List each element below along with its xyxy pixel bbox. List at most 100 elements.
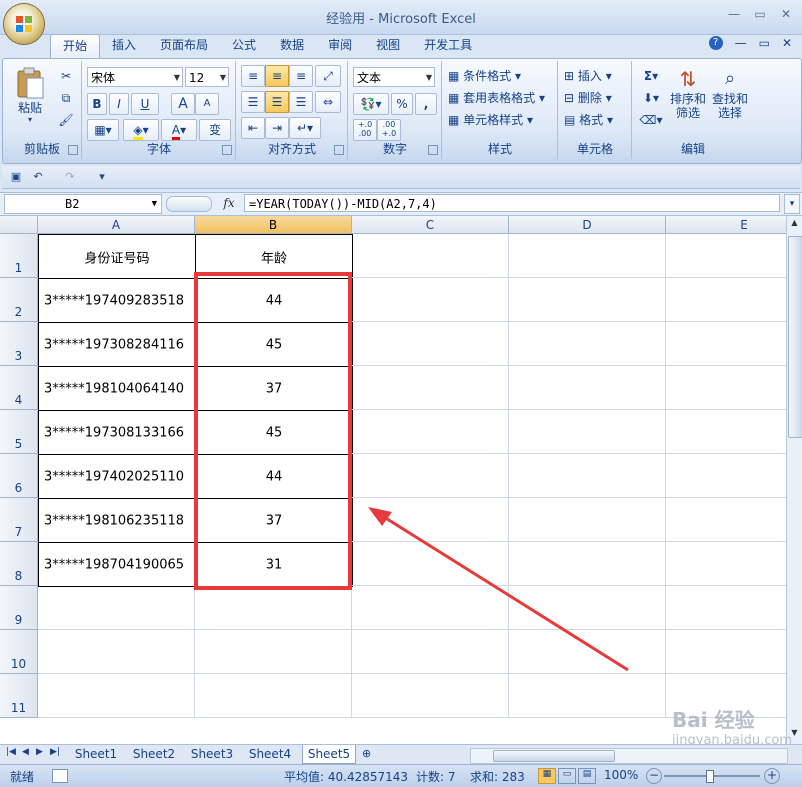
increase-indent-button[interactable]: ⇥ <box>265 117 289 139</box>
zoom-level[interactable]: 100% <box>604 768 638 782</box>
align-top-button[interactable]: ≡ <box>241 65 265 87</box>
comma-button[interactable]: , <box>415 93 437 115</box>
align-bottom-button[interactable]: ≡ <box>289 65 313 87</box>
sheet-tab-1[interactable]: Sheet1 <box>70 745 122 763</box>
redo-icon[interactable]: ↷ <box>62 169 78 185</box>
cell-styles-label: 单元格样式 <box>463 113 524 127</box>
merge-center-button[interactable]: ⇔ <box>315 91 341 113</box>
sheet-tab-4[interactable]: Sheet4 <box>244 745 296 763</box>
normal-view-button[interactable]: ▦ <box>538 768 556 784</box>
border-button[interactable]: ▦▾ <box>87 119 119 141</box>
format-cells-button[interactable]: ▤ 格式 ▾ <box>563 109 629 131</box>
find-select-button[interactable]: ⌕ 查找和 选择 <box>709 65 751 137</box>
tab-formulas[interactable]: 公式 <box>220 34 268 58</box>
name-box[interactable]: B2 ▼ <box>4 194 162 214</box>
align-center-button[interactable]: ☰ <box>265 91 289 113</box>
sort-filter-button[interactable]: ⇅ 排序和 筛选 <box>667 65 709 137</box>
font-color-button[interactable]: A▾ <box>161 119 197 141</box>
decrease-indent-button[interactable]: ⇤ <box>241 117 265 139</box>
macro-record-icon[interactable] <box>52 769 68 783</box>
maximize-button[interactable]: ▭ <box>752 6 768 22</box>
copy-button[interactable]: ⧉ <box>55 87 77 109</box>
percent-button[interactable]: % <box>391 93 413 115</box>
close-button[interactable]: ✕ <box>778 6 794 22</box>
cut-button[interactable]: ✂ <box>55 65 77 87</box>
tab-data[interactable]: 数据 <box>268 34 316 58</box>
sheet-tab-5[interactable]: Sheet5 <box>302 745 356 764</box>
delete-cells-button[interactable]: ⊟ 删除 ▾ <box>563 87 629 109</box>
align-left-button[interactable]: ☰ <box>241 91 265 113</box>
number-launcher-icon[interactable] <box>428 145 438 155</box>
shrink-font-button[interactable]: A <box>195 93 219 115</box>
formula-bar-splitter[interactable] <box>166 196 212 212</box>
orientation-button[interactable]: ⤢ <box>315 65 341 87</box>
sheet-nav-first-icon[interactable]: |◀ <box>6 747 16 757</box>
scroll-thumb[interactable] <box>788 236 802 438</box>
clipboard-launcher-icon[interactable] <box>68 145 78 155</box>
name-box-dropdown-icon[interactable]: ▼ <box>152 195 157 213</box>
page-break-view-button[interactable]: ▤ <box>578 768 596 784</box>
minimize-button[interactable]: — <box>726 6 742 22</box>
font-launcher-icon[interactable] <box>222 145 232 155</box>
help-icon[interactable]: ? <box>708 36 723 50</box>
sheet-nav-next-icon[interactable]: ▶ <box>36 747 43 757</box>
italic-button[interactable]: I <box>109 93 129 115</box>
format-painter-button[interactable]: 🖌 <box>55 109 77 131</box>
vertical-scrollbar[interactable]: ▲ ▼ <box>786 216 802 744</box>
number-format-select[interactable]: 文本 ▼ <box>353 67 435 87</box>
tab-review[interactable]: 审阅 <box>316 34 364 58</box>
align-middle-button[interactable]: ≡ <box>265 65 289 87</box>
cell-styles-button[interactable]: ▦ 单元格样式 ▾ <box>447 109 555 131</box>
alignment-label: 对齐方式 <box>267 142 316 156</box>
insert-cells-button[interactable]: ⊞ 插入 ▾ <box>563 65 629 87</box>
worksheet-grid[interactable]: A B C D E 1 身份证号码 年龄 2 3*****197409283518 44 3… <box>0 216 786 744</box>
decrease-decimal-button[interactable]: .00 +.0 <box>377 119 401 141</box>
sheet-tab-3[interactable]: Sheet3 <box>186 745 238 763</box>
wrap-text-button[interactable]: ↵▾ <box>289 117 321 139</box>
horizontal-scroll-thumb[interactable] <box>493 750 615 762</box>
tab-view[interactable]: 视图 <box>364 34 412 58</box>
office-button[interactable] <box>4 4 44 44</box>
zoom-slider-thumb[interactable] <box>706 770 714 783</box>
customize-qat-icon[interactable]: ▾ <box>94 169 110 185</box>
page-layout-view-button[interactable]: ▭ <box>558 768 576 784</box>
tab-developer[interactable]: 开发工具 <box>412 34 484 58</box>
paste-dropdown-icon[interactable]: ▾ <box>8 116 52 124</box>
fill-button[interactable]: ⬇▾ <box>637 87 665 109</box>
insert-sheet-icon[interactable]: ⊕ <box>362 747 371 760</box>
ribbon-close-button[interactable]: ✕ <box>782 36 792 50</box>
sheet-nav-prev-icon[interactable]: ◀ <box>22 747 29 757</box>
alignment-launcher-icon[interactable] <box>334 145 344 155</box>
undo-icon[interactable]: ↶ <box>30 169 46 185</box>
grow-font-button[interactable]: A <box>171 93 195 115</box>
zoom-out-button[interactable]: − <box>646 768 662 784</box>
align-right-button[interactable]: ☰ <box>289 91 313 113</box>
autosum-button[interactable]: Σ▾ <box>637 65 665 87</box>
underline-button[interactable]: U <box>131 93 159 115</box>
sheet-tab-2[interactable]: Sheet2 <box>128 745 180 763</box>
tab-insert[interactable]: 插入 <box>100 34 148 58</box>
formula-input[interactable]: =YEAR(TODAY())-MID(A2,7,4) <box>244 194 780 212</box>
tab-home[interactable]: 开始 <box>50 34 101 59</box>
ribbon-restore-button[interactable]: ▭ <box>759 36 770 50</box>
accounting-format-button[interactable]: 💱▾ <box>353 93 389 115</box>
conditional-format-button[interactable]: ▦ 条件格式 ▾ <box>447 65 555 87</box>
clear-button[interactable]: ⌫▾ <box>637 109 665 131</box>
fill-color-button[interactable]: ◈▾ <box>123 119 159 141</box>
save-icon[interactable]: ▣ <box>8 169 24 185</box>
horizontal-scrollbar[interactable] <box>470 748 788 764</box>
font-name-select[interactable]: 宋体 ▼ <box>87 67 183 87</box>
format-as-table-button[interactable]: ▦ 套用表格格式 ▾ <box>447 87 555 109</box>
insert-function-button[interactable]: fx <box>218 194 240 212</box>
tab-page-layout[interactable]: 页面布局 <box>148 34 220 58</box>
sheet-nav-last-icon[interactable]: ▶| <box>50 747 60 757</box>
ribbon-minimize-button[interactable]: — <box>735 36 747 50</box>
font-size-select[interactable]: 12 ▼ <box>185 67 229 87</box>
scroll-up-icon[interactable]: ▲ <box>788 218 801 232</box>
zoom-in-button[interactable]: + <box>764 768 780 784</box>
bold-button[interactable]: B <box>87 93 107 115</box>
phonetic-button[interactable]: 变 <box>199 119 231 141</box>
expand-formula-bar-icon[interactable]: ▾ <box>784 194 800 214</box>
paste-button[interactable]: 粘贴 ▾ <box>7 63 53 133</box>
increase-decimal-button[interactable]: +.0.00 <box>353 119 377 141</box>
